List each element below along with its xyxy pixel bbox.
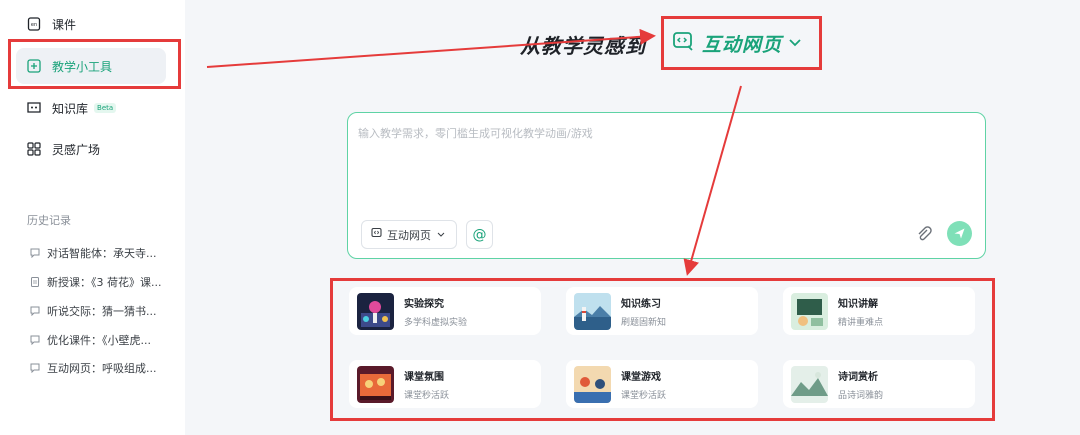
nav-label: 课件 bbox=[52, 17, 77, 32]
card-subtitle: 课堂秒活跃 bbox=[404, 390, 450, 401]
card-title: 知识练习 bbox=[621, 298, 661, 310]
chat-icon bbox=[30, 335, 40, 345]
game-thumbnail bbox=[574, 365, 611, 403]
nav-label: 教学小工具 bbox=[52, 59, 113, 74]
history-item[interactable]: 互动网页：呼吸组成... bbox=[30, 358, 170, 378]
chat-icon bbox=[30, 306, 40, 316]
chat-icon bbox=[30, 248, 40, 258]
prompt-input[interactable] bbox=[358, 125, 973, 215]
card-subtitle: 课堂秒活跃 bbox=[621, 390, 667, 401]
card-subtitle: 多学科虚拟实验 bbox=[404, 317, 468, 328]
type-select-label: 互动网页 bbox=[387, 228, 431, 242]
history-item[interactable]: 听说交际：猜一猜书... bbox=[30, 301, 170, 321]
history-label: 听说交际：猜一猜书... bbox=[47, 305, 157, 318]
card-title: 实验探究 bbox=[404, 298, 444, 310]
card-title: 课堂氛围 bbox=[404, 371, 444, 383]
tool-card-explain[interactable]: 知识讲解 精讲重难点 bbox=[783, 287, 975, 335]
mode-dropdown[interactable]: 互动网页 bbox=[664, 16, 822, 70]
card-subtitle: 精讲重难点 bbox=[838, 317, 884, 328]
nav-label: 知识库 bbox=[52, 101, 89, 116]
send-button[interactable] bbox=[947, 221, 972, 246]
card-title: 课堂游戏 bbox=[621, 371, 661, 383]
card-title: 诗词赏析 bbox=[838, 371, 878, 383]
chat-icon bbox=[30, 363, 40, 373]
nav-item-courseware[interactable]: en 课件 bbox=[16, 6, 166, 42]
history-label: 对话智能体：承天寺... bbox=[47, 247, 157, 260]
card-subtitle: 刷题固新知 bbox=[621, 317, 667, 328]
history-item[interactable]: 新授课：《3 荷花》课... bbox=[30, 272, 170, 292]
mode-label: 互动网页 bbox=[702, 33, 783, 56]
tool-card-game[interactable]: 课堂游戏 课堂秒活跃 bbox=[566, 360, 758, 408]
nav-item-inspiration[interactable]: 灵感广场 bbox=[16, 131, 166, 167]
document-icon bbox=[31, 277, 39, 287]
card-subtitle: 品诗词雅韵 bbox=[838, 390, 884, 401]
nav-item-teaching-tools[interactable]: 教学小工具 bbox=[16, 48, 166, 84]
history-title: 历史记录 bbox=[27, 214, 71, 227]
history-item[interactable]: 优化课件：《小壁虎... bbox=[30, 330, 170, 350]
lab-thumbnail bbox=[357, 292, 394, 330]
tool-card-practice[interactable]: 知识练习 刷题固新知 bbox=[566, 287, 758, 335]
send-icon bbox=[954, 228, 965, 239]
beta-badge: Beta bbox=[94, 103, 117, 113]
poetry-thumbnail bbox=[791, 365, 828, 403]
type-select-button[interactable]: 互动网页 bbox=[361, 220, 457, 249]
classroom-thumbnail bbox=[791, 292, 828, 330]
history-item[interactable]: 对话智能体：承天寺... bbox=[30, 243, 170, 263]
tool-card-poetry[interactable]: 诗词赏析 品诗词雅韵 bbox=[783, 360, 975, 408]
tool-card-atmosphere[interactable]: 课堂氛围 课堂秒活跃 bbox=[349, 360, 541, 408]
chevron-down-icon bbox=[788, 34, 802, 53]
sidebar: en 课件 教学小工具 知识库 Beta 灵感广场 历史记录 对话智能体：承天寺… bbox=[0, 0, 185, 435]
teaching-tools-icon bbox=[26, 58, 42, 74]
web-page-icon bbox=[371, 227, 383, 242]
courseware-icon: en bbox=[26, 16, 42, 32]
knowledge-base-icon bbox=[26, 100, 42, 116]
history-label: 互动网页：呼吸组成... bbox=[47, 362, 157, 375]
tool-card-lab[interactable]: 实验探究 多学科虚拟实验 bbox=[349, 287, 541, 335]
web-page-icon bbox=[672, 30, 694, 56]
card-title: 知识讲解 bbox=[838, 298, 878, 310]
chevron-down-icon bbox=[437, 228, 445, 241]
history-label: 新授课：《3 荷花》课... bbox=[47, 276, 162, 289]
history-label: 优化课件：《小壁虎... bbox=[47, 334, 151, 347]
nav-item-knowledge-base[interactable]: 知识库 Beta bbox=[16, 90, 166, 126]
nav-label: 灵感广场 bbox=[52, 142, 101, 157]
lighthouse-thumbnail bbox=[574, 292, 611, 330]
page-headline: 从教学灵感到 bbox=[520, 34, 646, 58]
grid-icon bbox=[26, 141, 42, 157]
attachment-icon[interactable] bbox=[915, 225, 933, 243]
svg-text:en: en bbox=[31, 22, 37, 28]
mention-button[interactable]: @ bbox=[466, 220, 493, 249]
prompt-input-box: 互动网页 @ bbox=[347, 112, 986, 259]
stage-thumbnail bbox=[357, 365, 394, 403]
